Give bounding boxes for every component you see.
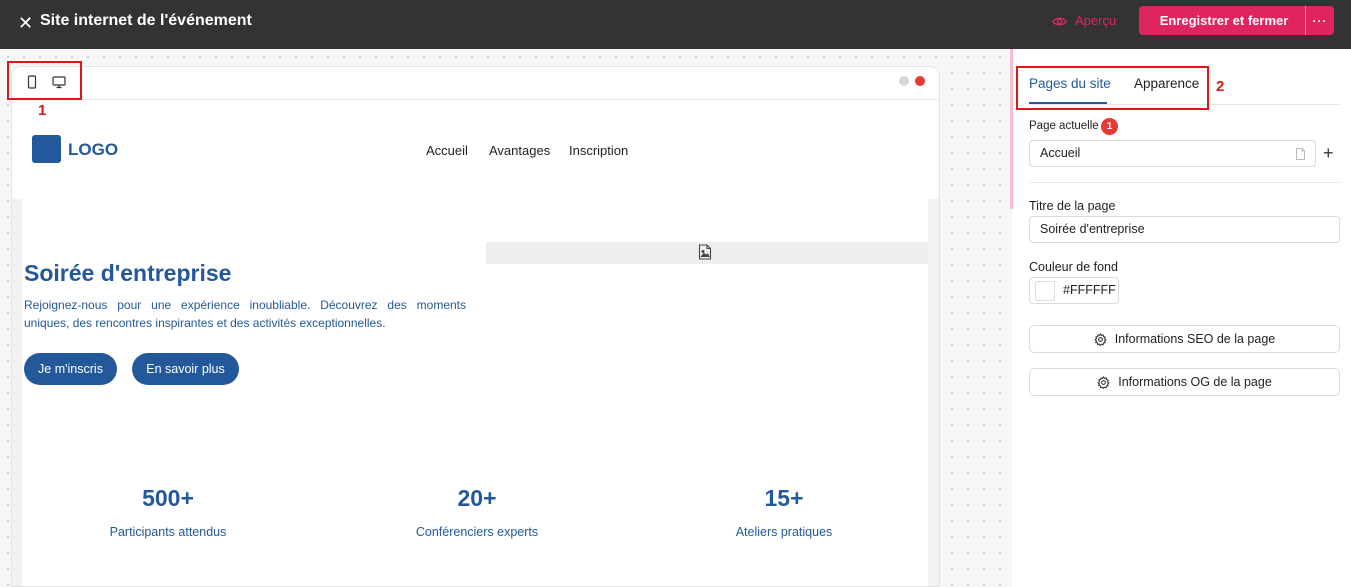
stat-speakers-number: 20+ — [457, 485, 497, 511]
image-placeholder-icon — [698, 244, 712, 260]
site-logo-text: LOGO — [68, 140, 119, 159]
add-page-button[interactable]: + — [1323, 143, 1334, 164]
gear-icon — [1094, 332, 1107, 346]
annotation-box-device-toggle — [7, 61, 82, 100]
save-label: Enregistrer et fermer — [1159, 13, 1289, 28]
current-page-value: Accueil — [1040, 146, 1081, 160]
stat-speakers-label: Conférenciers experts — [415, 525, 539, 539]
page-title-label: Titre de la page — [1029, 199, 1116, 213]
save-and-close-button[interactable]: Enregistrer et fermer ··· — [1139, 6, 1334, 35]
more-options-button[interactable]: ··· — [1306, 14, 1334, 28]
annotation-number-2: 2 — [1216, 78, 1225, 95]
bg-color-swatch[interactable] — [1035, 281, 1055, 301]
preview-button[interactable]: Aperçu — [1052, 11, 1116, 31]
stat-participants-label: Participants attendus — [109, 525, 227, 539]
window-dot-red — [915, 76, 925, 86]
og-info-button[interactable]: Informations OG de la page — [1029, 368, 1340, 396]
learn-more-button[interactable]: En savoir plus — [132, 353, 239, 385]
bg-color-label: Couleur de fond — [1029, 260, 1118, 274]
stat-workshops-label: Ateliers pratiques — [735, 525, 833, 539]
annotation-number-1: 1 — [38, 102, 47, 119]
bg-color-value: #FFFFFF — [1063, 283, 1116, 297]
og-info-label: Informations OG de la page — [1118, 375, 1272, 389]
seo-info-button[interactable]: Informations SEO de la page — [1029, 325, 1340, 353]
window-dot-grey — [899, 76, 909, 86]
hero-description: Rejoignez-nous pour une expérience inoub… — [24, 298, 466, 330]
stat-participants-number: 500+ — [142, 485, 194, 511]
hero-margin-left — [12, 199, 22, 586]
eye-icon — [1052, 17, 1067, 25]
site-logo-mark — [32, 135, 61, 163]
hero-margin-right — [928, 199, 939, 586]
hero-image-placeholder[interactable] — [486, 242, 929, 264]
annotation-box-tabs — [1016, 66, 1209, 110]
gear-icon — [1097, 375, 1110, 389]
preview-label: Aperçu — [1075, 13, 1117, 28]
top-bar: ✕ Site internet de l'événement Aperçu En… — [0, 0, 1351, 49]
page-title-input[interactable]: Soirée d'entreprise — [1029, 216, 1340, 243]
page-title-value: Soirée d'entreprise — [1040, 222, 1145, 236]
section-divider — [1029, 182, 1340, 183]
site-nav-avantages[interactable]: Avantages — [489, 143, 550, 158]
site-nav-accueil[interactable]: Accueil — [426, 143, 468, 158]
site-nav-inscription[interactable]: Inscription — [569, 143, 628, 158]
stat-workshops-number: 15+ — [764, 485, 804, 511]
current-page-badge: 1 — [1101, 118, 1118, 135]
page-icon — [1296, 148, 1305, 160]
close-icon[interactable]: ✕ — [18, 12, 33, 34]
site-preview-window: LOGO Accueil Avantages Inscription Soiré… — [11, 66, 940, 587]
current-page-label: Page actuelle — [1029, 120, 1099, 132]
page-title: Site internet de l'événement — [40, 12, 252, 29]
hero-title: Soirée d'entreprise — [24, 260, 232, 286]
preview-toolbar — [12, 67, 939, 100]
register-button[interactable]: Je m'inscris — [24, 353, 117, 385]
seo-info-label: Informations SEO de la page — [1114, 332, 1276, 346]
current-page-select[interactable]: Accueil — [1029, 140, 1316, 167]
